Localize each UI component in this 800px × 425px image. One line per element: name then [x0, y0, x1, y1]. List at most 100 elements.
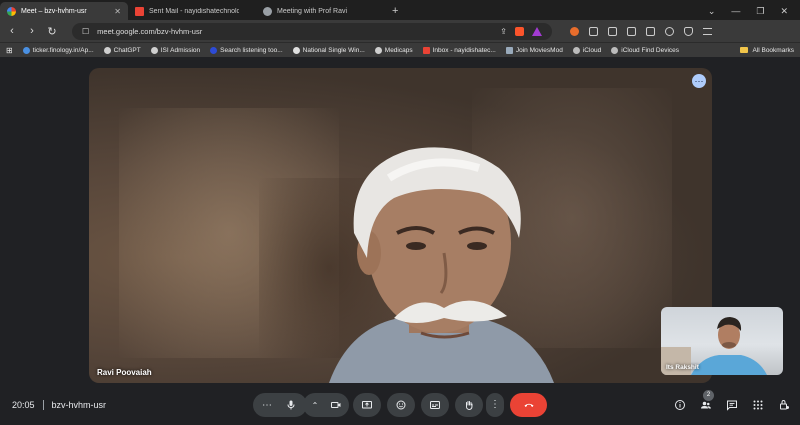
bookmark-label: National Single Win...	[302, 46, 365, 54]
captions-icon	[430, 401, 440, 409]
brave-shield-icon[interactable]	[515, 26, 524, 36]
minimize-icon[interactable]: —	[731, 6, 740, 16]
tab-label: Meet – bzv-hvhm-usr	[21, 7, 87, 15]
bookmark-item[interactable]: iCloud Find Devices	[611, 46, 679, 54]
hand-icon	[465, 401, 473, 411]
extensions-area	[570, 26, 712, 36]
extension-icon[interactable]	[570, 26, 579, 36]
reload-icon[interactable]: ↻	[46, 25, 58, 38]
bookmark-favicon	[292, 46, 300, 54]
extension-icon[interactable]	[608, 26, 617, 36]
end-call-button[interactable]	[510, 393, 547, 417]
apps-icon[interactable]: ⊞	[6, 46, 13, 55]
apps-grid-icon	[753, 400, 762, 410]
bookmark-label: Inbox - nayidishatec...	[432, 46, 496, 54]
main-video-tile[interactable]: ⋯ Ravi Poovaiah	[89, 68, 712, 383]
bookmark-favicon	[210, 46, 218, 54]
window-controls: ⌄ — ❐ ✕	[708, 2, 800, 20]
video-control-group: ⌃	[303, 393, 349, 417]
tab-search-icon[interactable]: ⌄	[708, 6, 716, 17]
bookmark-item[interactable]: Inbox - nayidishatec...	[422, 46, 496, 54]
tab-label: Sent Mail - nayidishatechnologies@	[149, 7, 239, 15]
activities-button[interactable]	[751, 399, 764, 412]
present-screen-icon	[362, 401, 372, 409]
bookmark-item[interactable]: Search listening too...	[210, 46, 283, 54]
camera-icon	[331, 402, 341, 408]
more-audio-options-icon[interactable]: ⋯	[256, 400, 278, 411]
chat-button[interactable]	[725, 399, 738, 412]
all-bookmarks-button[interactable]: All Bookmarks	[740, 47, 794, 54]
bookmark-item[interactable]: ticker.finology.in/Ap...	[22, 46, 94, 54]
bookmark-label: ticker.finology.in/Ap...	[32, 46, 94, 54]
bookmark-item[interactable]: Medicaps	[374, 46, 413, 54]
bookmark-label: Medicaps	[384, 46, 413, 54]
forward-icon[interactable]: ›	[26, 25, 38, 37]
bookmarks-bar: ⊞ ticker.finology.in/Ap... ChatGPT ISI A…	[0, 42, 800, 57]
apple-icon	[572, 46, 580, 54]
hang-up-icon	[524, 403, 533, 407]
close-icon[interactable]: ✕	[114, 7, 121, 16]
tab-gmail[interactable]: Sent Mail - nayidishatechnologies@	[128, 2, 256, 20]
browser-tab-strip: Meet – bzv-hvhm-usr ✕ Sent Mail - nayidi…	[0, 0, 800, 20]
bookmark-favicon	[505, 46, 513, 54]
people-icon	[700, 401, 711, 409]
captions-button[interactable]	[421, 393, 449, 417]
audio-control-group: ⋯	[253, 393, 307, 417]
bookmark-icon[interactable]: ☐	[82, 27, 89, 36]
right-controls: 2	[673, 389, 790, 412]
call-controls: 20:05 bzv-hvhm-usr ⋯ ⌃ ⋮ 2	[0, 389, 800, 419]
bookmark-item[interactable]: ISI Admission	[150, 46, 200, 54]
brave-rewards-icon[interactable]	[532, 26, 542, 36]
bookmark-favicon	[150, 46, 158, 54]
maximize-icon[interactable]: ❐	[756, 6, 764, 17]
close-window-icon[interactable]: ✕	[780, 6, 788, 17]
tab-meet[interactable]: Meet – bzv-hvhm-usr ✕	[0, 2, 128, 20]
url-text: meet.google.com/bzv-hvhm-usr	[97, 26, 203, 36]
bookmark-item[interactable]: National Single Win...	[292, 46, 365, 54]
url-bar[interactable]: ☐ meet.google.com/bzv-hvhm-usr ⇪	[72, 22, 552, 40]
new-tab-button[interactable]: +	[384, 2, 406, 20]
bookmark-item[interactable]: Join MoviesMod	[505, 46, 563, 54]
leo-icon[interactable]	[665, 26, 674, 36]
meet-icon	[7, 6, 16, 16]
participant-name: Ravi Poovaiah	[97, 368, 152, 377]
meeting-details-button[interactable]	[673, 399, 686, 412]
tab-meeting-prof-ravi[interactable]: Meeting with Prof Ravi	[256, 2, 384, 20]
people-button[interactable]: 2	[699, 389, 714, 412]
self-name: Its Rakshit	[666, 364, 699, 371]
tab-label: Meeting with Prof Ravi	[277, 7, 348, 15]
camera-button[interactable]	[325, 399, 347, 411]
sidebar-icon[interactable]	[627, 26, 636, 36]
back-icon[interactable]: ‹	[6, 25, 18, 37]
raise-hand-button[interactable]	[455, 393, 483, 417]
folder-icon	[740, 47, 749, 53]
meeting-code: bzv-hvhm-usr	[51, 400, 107, 410]
microphone-button[interactable]	[278, 393, 304, 417]
bookmark-item[interactable]: ChatGPT	[103, 46, 141, 54]
bookmark-item[interactable]: iCloud	[572, 46, 601, 54]
address-toolbar: ‹ › ↻ ☐ meet.google.com/bzv-hvhm-usr ⇪	[0, 20, 800, 42]
microphone-icon	[287, 400, 295, 410]
wallet-icon[interactable]	[646, 26, 655, 36]
puzzle-icon[interactable]	[589, 26, 598, 36]
bookmark-label: Join MoviesMod	[515, 46, 563, 54]
bookmark-label: Search listening too...	[220, 46, 283, 54]
meeting-info: 20:05 bzv-hvhm-usr	[12, 400, 106, 410]
meet-stage: ⋯ Ravi Poovaiah Its Rakshit 20:05 bzv-hv…	[0, 57, 800, 425]
more-options-icon[interactable]: ⋯	[692, 74, 706, 88]
bookmark-favicon	[22, 46, 30, 54]
menu-icon[interactable]	[703, 27, 712, 35]
share-icon[interactable]: ⇪	[500, 27, 507, 36]
self-view-tile[interactable]: Its Rakshit	[661, 307, 783, 375]
apple-icon	[611, 46, 619, 54]
emoji-icon	[396, 400, 406, 410]
video-options-chevron-icon[interactable]: ⌃	[305, 401, 325, 410]
reactions-button[interactable]	[387, 393, 415, 417]
gmail-icon	[135, 6, 144, 16]
host-controls-button[interactable]	[777, 399, 790, 412]
present-button[interactable]	[353, 393, 381, 417]
info-icon	[674, 400, 685, 410]
more-options-button[interactable]: ⋮	[486, 393, 504, 417]
chat-icon	[726, 400, 737, 411]
vpn-icon[interactable]	[684, 26, 693, 36]
